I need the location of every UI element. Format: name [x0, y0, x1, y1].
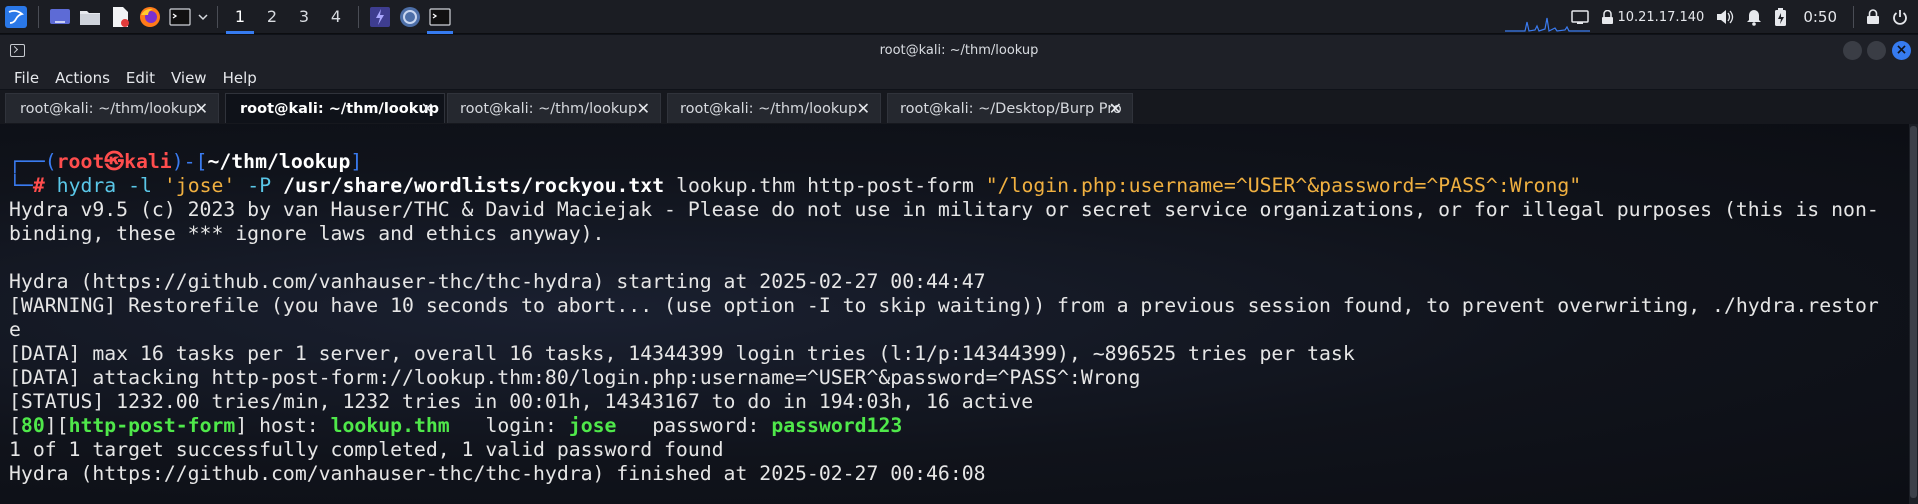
- tab-close-icon[interactable]: ✕: [857, 99, 870, 118]
- window-titlebar[interactable]: root@kali: ~/thm/lookup ×: [0, 35, 1918, 67]
- result-host: lookup.thm: [330, 414, 450, 437]
- vpn-lock-icon[interactable]: [1595, 0, 1617, 34]
- output-line: binding, these *** ignore laws and ethic…: [9, 222, 605, 245]
- panel-separator: [358, 5, 359, 28]
- command-line: └─# hydra -l 'jose' -P /usr/share/wordli…: [9, 174, 1582, 197]
- menu-actions[interactable]: Actions: [47, 69, 118, 87]
- taskbar-app-icon[interactable]: [365, 0, 395, 34]
- prompt-symbol: #: [32, 174, 45, 197]
- prompt-host: kali: [124, 150, 172, 173]
- system-tray: 10.21.17.140 0:50: [1565, 0, 1918, 34]
- file-manager-icon[interactable]: [75, 0, 105, 34]
- cmd-flag-l: -l: [128, 174, 152, 197]
- output-line: 1 of 1 target successfully completed, 1 …: [9, 438, 724, 461]
- output-line: [WARNING] Restorefile (you have 10 secon…: [9, 294, 1879, 317]
- menu-view[interactable]: View: [163, 69, 215, 87]
- close-button[interactable]: ×: [1892, 41, 1911, 60]
- output-line: Hydra (https://github.com/vanhauser-thc/…: [9, 462, 986, 485]
- battery-charging-icon[interactable]: [1768, 0, 1793, 34]
- output-line: [DATA] attacking http-post-form://lookup…: [9, 366, 1141, 389]
- text-editor-icon[interactable]: [105, 0, 135, 34]
- tab-label: root@kali: ~/thm/lookup: [680, 100, 858, 117]
- window-title: root@kali: ~/thm/lookup: [879, 43, 1039, 58]
- kali-menu-icon[interactable]: [0, 0, 32, 34]
- result-login-label: login:: [485, 414, 557, 437]
- result-password: password123: [771, 414, 903, 437]
- result-module: http-post-form: [68, 414, 236, 437]
- output-line: Hydra (https://github.com/vanhauser-thc/…: [9, 270, 986, 293]
- output-line: [STATUS] 1232.00 tries/min, 1232 tries i…: [9, 390, 1034, 413]
- scrollbar-thumb[interactable]: [1910, 126, 1917, 498]
- menu-file[interactable]: File: [6, 69, 47, 87]
- tab-close-icon[interactable]: ✕: [1109, 99, 1122, 118]
- top-panel: 1 2 3 4 10.21.17.140 0:50: [0, 0, 1918, 34]
- cmd-name: hydra: [56, 174, 117, 197]
- dropdown-icon[interactable]: [195, 0, 211, 34]
- tab-3[interactable]: root@kali: ~/thm/lookup ✕: [447, 93, 661, 123]
- result-line: [80][http-post-form] host: lookup.thm lo…: [9, 414, 903, 437]
- taskbar-terminal-icon[interactable]: [425, 0, 455, 34]
- clock[interactable]: 0:50: [1793, 0, 1847, 34]
- notification-bell-icon[interactable]: [1740, 0, 1768, 34]
- tab-bar: root@kali: ~/thm/lookup ✕ root@kali: ~/t…: [0, 90, 1918, 124]
- desktop-icon[interactable]: [45, 0, 75, 34]
- lock-screen-icon[interactable]: [1860, 0, 1886, 34]
- ip-address: 10.21.17.140: [1617, 9, 1705, 25]
- tab-5[interactable]: root@kali: ~/Desktop/Burp Pro ✕: [887, 93, 1133, 123]
- volume-icon[interactable]: [1710, 0, 1740, 34]
- tab-label: root@kali: ~/thm/lookup: [460, 100, 638, 117]
- terminal-icon[interactable]: [165, 0, 195, 34]
- output-line: Hydra v9.5 (c) 2023 by van Hauser/THC & …: [9, 198, 1879, 221]
- menu-edit[interactable]: Edit: [118, 69, 163, 87]
- tab-label: root@kali: ~/thm/lookup: [240, 100, 440, 117]
- cmd-rest: lookup.thm http-post-form: [676, 174, 974, 197]
- result-login: jose: [568, 414, 617, 437]
- display-icon[interactable]: [1565, 0, 1595, 34]
- output-line: e: [9, 318, 21, 341]
- panel-separator: [1853, 6, 1854, 28]
- prompt-line-1: ┌──(root㉿kali)-[~/thm/lookup]: [9, 150, 363, 173]
- panel-separator: [217, 5, 218, 28]
- tab-2[interactable]: root@kali: ~/thm/lookup ✕: [225, 93, 445, 123]
- workspace-4[interactable]: 4: [320, 0, 352, 34]
- workspace-1[interactable]: 1: [224, 0, 256, 34]
- tab-1[interactable]: root@kali: ~/thm/lookup ✕: [5, 93, 219, 123]
- tab-4[interactable]: root@kali: ~/thm/lookup ✕: [667, 93, 881, 123]
- workspace-3[interactable]: 3: [288, 0, 320, 34]
- result-port: 80: [20, 414, 45, 437]
- workspace-2[interactable]: 2: [256, 0, 288, 34]
- result-host-label: host:: [259, 414, 319, 437]
- cmd-flag-P: -P: [247, 174, 272, 197]
- taskbar-app-icon[interactable]: [395, 0, 425, 34]
- tab-label: root@kali: ~/thm/lookup: [20, 100, 198, 117]
- result-password-label: password:: [652, 414, 760, 437]
- tab-close-icon[interactable]: ✕: [637, 99, 650, 118]
- panel-separator: [38, 5, 39, 28]
- output-line: [DATA] max 16 tasks per 1 server, overal…: [9, 342, 1355, 365]
- menu-help[interactable]: Help: [215, 69, 265, 87]
- cmd-wordlist: /usr/share/wordlists/rockyou.txt: [283, 174, 665, 197]
- close-icon: ×: [1895, 42, 1908, 58]
- prompt-skull: ㉿: [104, 150, 125, 173]
- prompt-path: ~/thm/lookup: [207, 150, 351, 173]
- cmd-string: "/login.php:username=^USER^&password=^PA…: [985, 174, 1582, 197]
- maximize-button[interactable]: [1867, 41, 1886, 60]
- firefox-icon[interactable]: [135, 0, 165, 34]
- power-icon[interactable]: [1886, 0, 1918, 34]
- menu-bar: File Actions Edit View Help: [0, 67, 1918, 89]
- tab-label: root@kali: ~/Desktop/Burp Pro: [900, 100, 1122, 117]
- minimize-button[interactable]: [1843, 41, 1862, 60]
- tab-close-icon[interactable]: ✕: [421, 99, 434, 118]
- prompt-user: root: [56, 150, 105, 173]
- cmd-user: 'jose': [163, 174, 236, 197]
- tab-close-icon[interactable]: ✕: [195, 99, 208, 118]
